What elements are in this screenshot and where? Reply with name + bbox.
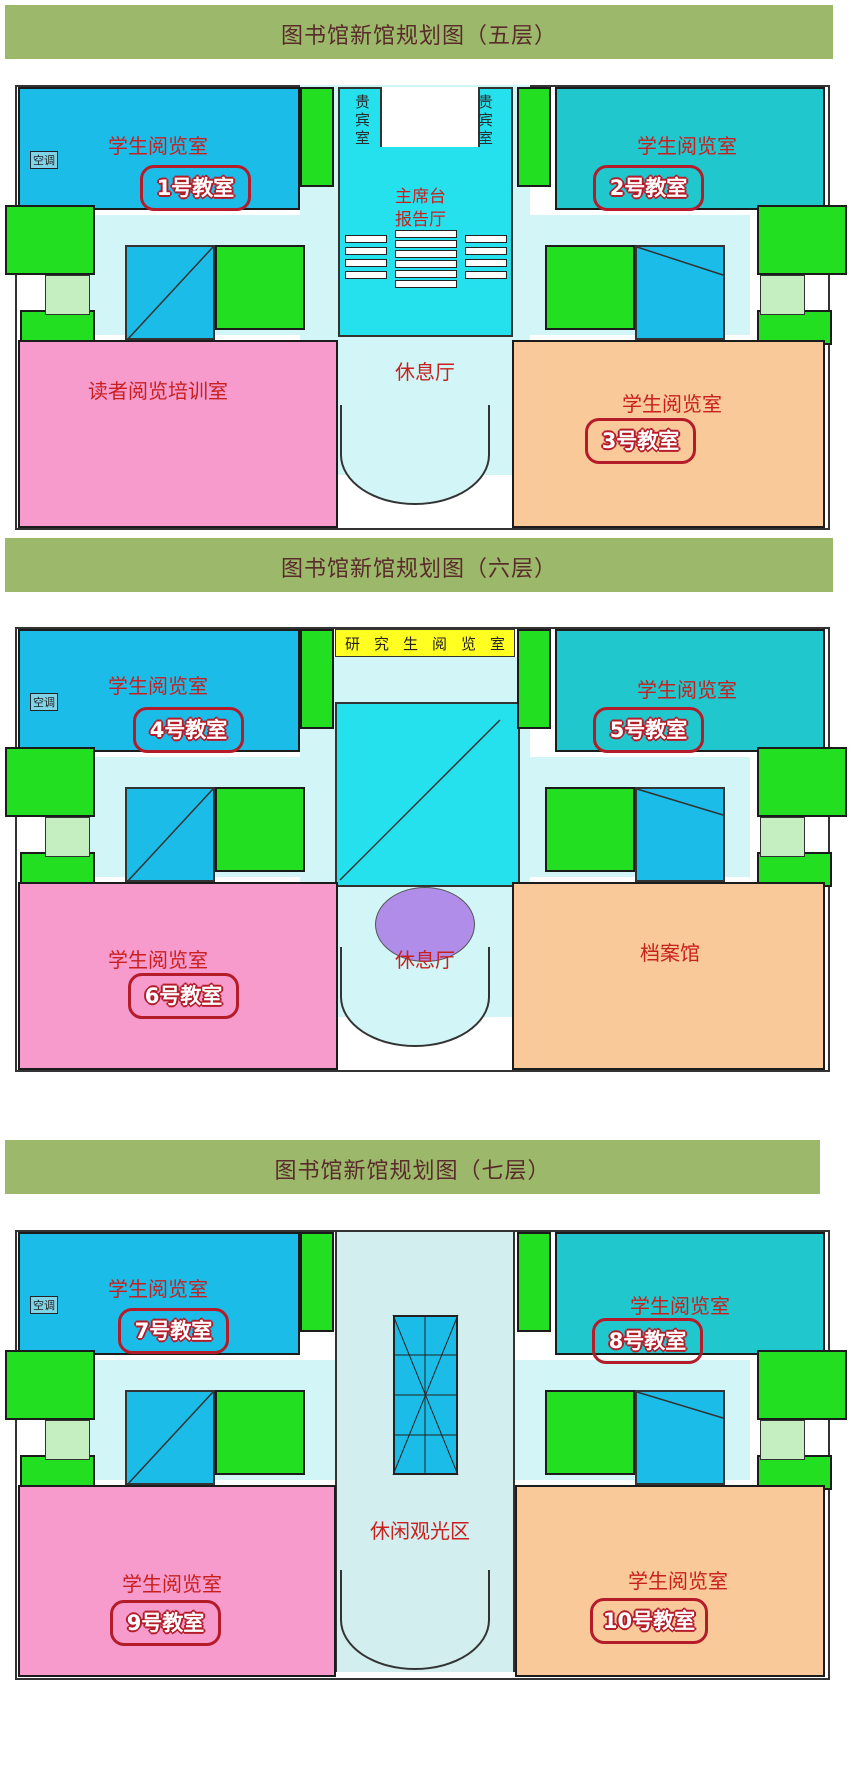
diagonal-line (126, 246, 214, 341)
diagonal-line (636, 788, 724, 816)
diagonal-line (126, 1391, 214, 1486)
plan-linework (126, 246, 724, 1486)
diagonal-line (339, 719, 501, 881)
skylight-grid (392, 1314, 459, 1476)
diagonal-line (126, 788, 214, 883)
diagonal-line (636, 246, 724, 276)
diagonal-line (636, 1391, 724, 1419)
